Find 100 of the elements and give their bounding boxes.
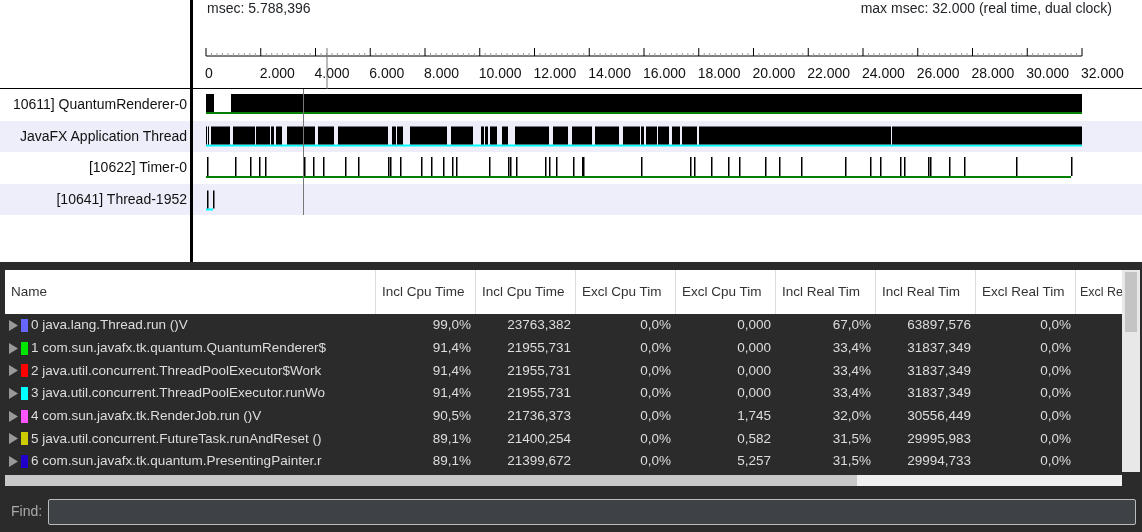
column-header[interactable]: Name	[5, 270, 375, 314]
table-cell-text: 63897,576	[907, 316, 971, 335]
tick-label: 2.000	[259, 65, 295, 81]
table-cell-text: 31,5%	[832, 429, 871, 448]
table-cell-text: 0,0%	[1040, 316, 1071, 335]
table-cell-text: 0,000	[737, 316, 771, 335]
table-cell-text: 5,257	[737, 452, 771, 471]
table-cell-text: 31,5%	[832, 452, 871, 471]
table-cell-text: 21955,731	[507, 361, 571, 380]
table-cell-text: 0,0%	[1040, 406, 1071, 425]
tick-label: 20.000	[752, 65, 796, 81]
tick-label: 18.000	[697, 65, 741, 81]
tick-label: 0	[205, 65, 213, 81]
method-name: 2 java.util.concurrent.ThreadPoolExecutor$Work	[31, 361, 322, 380]
tick-label: 12.000	[533, 65, 577, 81]
table-cell-text: 0,000	[737, 384, 771, 403]
thread-label: [10641] Thread-1952	[56, 189, 187, 209]
cursor-line	[326, 47, 328, 89]
table-cell-text: 0,0%	[640, 429, 671, 448]
table-cell-text: 91,4%	[432, 384, 471, 403]
tick-label: 4.000	[314, 65, 350, 81]
table-cell-text: 21955,731	[507, 384, 571, 403]
column-header[interactable]: Excl Cpu Tim	[675, 270, 775, 314]
tick-label: 24.000	[862, 65, 905, 81]
activity-trace-drawing	[206, 190, 215, 210]
expand-arrow-icon[interactable]	[8, 319, 18, 331]
table-cell-text: 23763,382	[507, 316, 571, 335]
method-name: 4 com.sun.javafx.tk.RenderJob.run ()V	[31, 406, 262, 425]
table-cell-text: 1,745	[737, 406, 771, 425]
table-cell-text: 0,582	[737, 429, 771, 448]
table-cell-text: 99,0%	[432, 316, 471, 335]
column-header[interactable]: Incl Cpu Time	[375, 270, 475, 314]
expand-arrow-icon[interactable]	[8, 455, 18, 467]
table-cell-text: 0,0%	[1040, 361, 1071, 380]
table-cell-text: 33,4%	[832, 384, 871, 403]
table-cell-text: 30556,449	[907, 406, 971, 425]
find-field[interactable]	[48, 498, 1136, 525]
table-cell-text: 31837,349	[907, 384, 971, 403]
find-label: Find:	[11, 502, 43, 522]
expand-arrow-icon[interactable]	[8, 387, 18, 399]
max-time: max msec: 32.000 (real time, dual clock)	[860, 0, 1112, 16]
method-name: 0 java.lang.Thread.run ()V	[31, 316, 188, 335]
table-cell-text: 0,000	[737, 338, 771, 357]
table-cell-text: 0,0%	[1040, 452, 1071, 471]
table-cell-text: 0,0%	[640, 384, 671, 403]
table-cell-text: 29994,733	[907, 452, 971, 471]
tick-label: 14.000	[588, 65, 632, 81]
tick-label: 32.000	[1081, 65, 1124, 81]
table-cell-text: 90,5%	[432, 406, 471, 425]
table-cell-text: 21736,373	[507, 406, 571, 425]
table-cell-text: 0,0%	[1040, 429, 1071, 448]
table-cell-text: 21955,731	[507, 338, 571, 357]
method-name: 5 java.util.concurrent.FutureTask.runAndReset ()	[31, 429, 322, 448]
table-cell-text: 32,0%	[832, 406, 871, 425]
table-cell-text: 21400,254	[507, 429, 571, 448]
tick-label: 28.000	[971, 65, 1015, 81]
table-cell-text: 67,0%	[832, 316, 871, 335]
column-header[interactable]: Incl Real Tim	[775, 270, 875, 314]
tick-label: 6.000	[369, 65, 405, 81]
table-cell-text: 33,4%	[832, 361, 871, 380]
table-cell-text: 0,0%	[640, 361, 671, 380]
expand-arrow-icon[interactable]	[8, 365, 18, 377]
table-cell-text: 0,0%	[1040, 384, 1071, 403]
table-cell-text: 0,0%	[640, 316, 671, 335]
table-cell-text: 31837,349	[907, 361, 971, 380]
scrollbar-thumb[interactable]	[5, 474, 857, 486]
table-cell-text: 0,0%	[1040, 338, 1071, 357]
tick-label: 8.000	[424, 65, 460, 81]
tick-label: 10.000	[478, 65, 522, 81]
tick-label: 30.000	[1026, 65, 1070, 81]
column-header[interactable]: Incl Cpu Time	[475, 270, 575, 314]
table-cell-text: 0,0%	[640, 406, 671, 425]
table-cell-text: 31837,349	[907, 338, 971, 357]
scrollbar-thumb[interactable]	[1125, 272, 1137, 332]
tick-label: 16.000	[643, 65, 686, 81]
horizontal-scrollbar[interactable]	[5, 474, 1122, 486]
table-cell-text: 33,4%	[832, 338, 871, 357]
method-name: 6 com.sun.javafx.tk.quantum.PresentingPainter.r	[31, 452, 322, 471]
expand-arrow-icon[interactable]	[8, 433, 18, 445]
column-header[interactable]: Incl Real Tim	[875, 270, 975, 314]
method-name: 3 java.util.concurrent.ThreadPoolExecutor.runWo	[31, 384, 325, 403]
tick-label: 22.000	[807, 65, 851, 81]
table-cell-text: 21399,672	[507, 452, 571, 471]
column-header[interactable]: Excl Cpu Tim	[575, 270, 675, 314]
thread-label: JavaFX Application Thread	[19, 126, 187, 146]
table-cell-text: 0,0%	[640, 338, 671, 357]
cursor-time: msec: 5.788,396	[207, 0, 311, 16]
expand-arrow-icon[interactable]	[8, 410, 18, 422]
method-name: 1 com.sun.javafx.tk.quantum.QuantumRenderer$	[31, 338, 326, 357]
table-cell-text: 89,1%	[432, 429, 471, 448]
vertical-scrollbar[interactable]	[1122, 270, 1140, 472]
table-cell-text: 89,1%	[432, 452, 471, 471]
table-cell-text: 0,0%	[640, 452, 671, 471]
expand-arrow-icon[interactable]	[8, 342, 18, 354]
table-cell-text: 0,000	[737, 361, 771, 380]
column-header[interactable]: Excl Real Tim	[975, 270, 1075, 314]
thread-label: 10611] QuantumRenderer-0	[12, 95, 187, 115]
tick-label: 26.000	[916, 65, 960, 81]
table-cell-text: 91,4%	[432, 338, 471, 357]
thread-label: [10622] Timer-0	[88, 158, 187, 178]
